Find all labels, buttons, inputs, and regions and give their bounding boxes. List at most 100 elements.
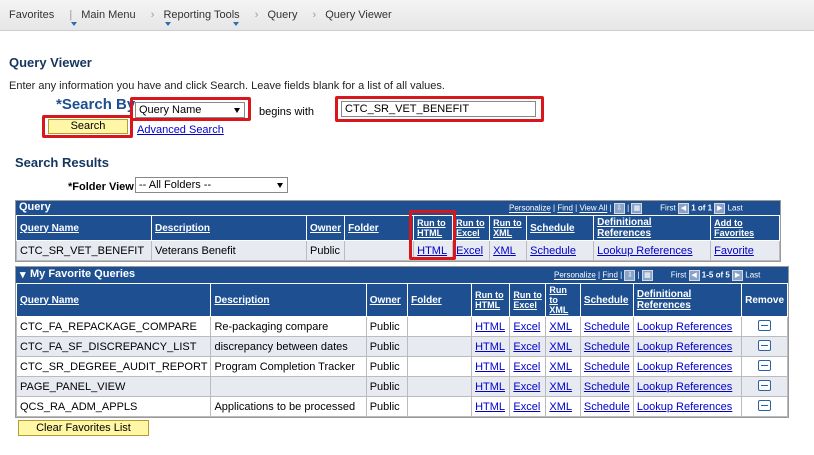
favorites-title: My Favorite Queries [30,268,136,280]
top-nav-bar: Favorites | Main Menu › Reporting Tools … [0,0,814,31]
run-excel-link[interactable]: Excel [513,341,540,353]
last-label[interactable]: Last [745,271,760,280]
first-label[interactable]: First [660,204,676,213]
schedule-link[interactable]: Schedule [584,361,630,373]
lookup-references-link[interactable]: Lookup References [637,401,732,413]
col-folder[interactable]: Folder [411,295,442,306]
run-html-link[interactable]: HTML [475,381,505,393]
folder-cell [344,240,415,261]
prev-page-icon[interactable]: ◀ [677,203,689,214]
run-xml-link[interactable]: XML [493,245,516,257]
main-menu-dropdown-icon[interactable] [71,22,77,26]
next-page-icon[interactable]: ▶ [714,203,726,214]
dropdown-arrow-icon [277,183,283,188]
schedule-link[interactable]: Schedule [584,341,630,353]
advanced-search-link[interactable]: Advanced Search [137,124,224,136]
description-cell: discrepancy between dates [210,336,367,357]
schedule-link[interactable]: Schedule [584,401,630,413]
table-row: CTC_SR_VET_BENEFIT Veterans Benefit Publ… [16,240,780,261]
grid-view-icon[interactable]: ▦ [641,270,653,281]
run-xml-link[interactable]: XML [549,381,572,393]
add-favorite-link[interactable]: Favorite [714,245,754,257]
clear-favorites-button[interactable]: Clear Favorites List [18,420,149,436]
folder-cell [407,316,473,337]
run-html-link[interactable]: HTML [475,361,505,373]
col-folder[interactable]: Folder [348,223,379,234]
grid-header-bar: Query Personalize | Find | View All | ⇩ … [16,201,780,215]
folder-view-label: *Folder View [68,181,134,193]
lookup-references-link[interactable]: Lookup References [637,341,732,353]
query-dropdown-icon[interactable] [233,22,239,26]
run-html-link[interactable]: HTML [475,401,505,413]
personalize-link[interactable]: Personalize [554,271,596,280]
favorite-queries-grid: ▾ My Favorite Queries Personalize | Find… [15,266,789,418]
search-by-label: *Search By [56,96,136,113]
run-xml-link[interactable]: XML [549,341,572,353]
folder-cell [407,376,473,397]
schedule-link[interactable]: Schedule [530,245,576,257]
lookup-references-link[interactable]: Lookup References [637,381,732,393]
breadcrumb-query[interactable]: Query [267,9,303,21]
col-owner[interactable]: Owner [310,223,341,234]
breadcrumb-favorites[interactable]: Favorites [9,9,60,21]
remove-icon[interactable] [758,319,772,331]
schedule-link[interactable]: Schedule [584,321,630,333]
chevron-right-icon: › [150,9,155,21]
table-row: QCS_RA_ADM_APPLS Applications to be proc… [15,396,788,417]
col-schedule: Schedule [583,294,629,306]
view-all-link[interactable]: View All [579,204,607,213]
col-description[interactable]: Description [155,223,210,234]
reporting-tools-dropdown-icon[interactable] [165,22,171,26]
run-excel-link[interactable]: Excel [513,401,540,413]
remove-icon[interactable] [758,359,772,371]
col-description[interactable]: Description [214,295,269,306]
last-label[interactable]: Last [728,204,743,213]
table-row: CTC_FA_SF_DISCREPANCY_LIST discrepancy b… [15,336,788,357]
find-link[interactable]: Find [557,204,573,213]
lookup-references-link[interactable]: Lookup References [597,245,692,257]
folder-view-select[interactable]: -- All Folders -- [135,177,288,193]
breadcrumb-reporting-tools[interactable]: Reporting Tools [163,9,245,21]
grid-view-icon[interactable]: ▦ [631,203,643,214]
col-owner[interactable]: Owner [370,295,401,306]
run-html-link[interactable]: HTML [475,341,505,353]
run-excel-link[interactable]: Excel [513,381,540,393]
download-icon[interactable]: ⇩ [613,203,625,214]
col-run-excel: Run to Excel [513,290,542,310]
folder-cell [407,396,473,417]
run-xml-link[interactable]: XML [549,361,572,373]
first-label[interactable]: First [671,271,687,280]
lookup-references-link[interactable]: Lookup References [637,361,732,373]
run-excel-link[interactable]: Excel [513,321,540,333]
separator: | [69,9,73,21]
table-row: CTC_FA_REPACKAGE_COMPARE Re-packaging co… [15,316,788,337]
remove-icon[interactable] [758,399,772,411]
owner-cell: Public [305,240,346,261]
run-html-link[interactable]: HTML [475,321,505,333]
breadcrumb-main-menu[interactable]: Main Menu [81,9,141,21]
col-remove: Remove [745,294,784,306]
prev-page-icon[interactable]: ◀ [688,270,700,281]
run-xml-link[interactable]: XML [549,401,572,413]
next-page-icon[interactable]: ▶ [732,270,744,281]
operator-label: begins with [259,106,315,118]
remove-icon[interactable] [758,379,772,391]
col-query-name[interactable]: Query Name [20,223,79,234]
schedule-link[interactable]: Schedule [584,381,630,393]
description-cell: Program Completion Tracker [210,356,367,377]
table-row: PAGE_PANEL_VIEW Public HTML Excel XML Sc… [15,376,788,397]
breadcrumb-query-viewer[interactable]: Query Viewer [325,9,397,21]
highlight-box [130,97,251,121]
find-link[interactable]: Find [602,271,618,280]
personalize-link[interactable]: Personalize [509,204,551,213]
col-query-name[interactable]: Query Name [20,295,79,306]
collapse-icon[interactable]: ▾ [20,268,26,281]
run-excel-link[interactable]: Excel [456,245,483,257]
remove-icon[interactable] [758,339,772,351]
owner-cell: Public [365,316,409,337]
favorite-queries-table: Query Name Description Owner Folder Run … [15,283,788,417]
download-icon[interactable]: ⇩ [624,270,636,281]
lookup-references-link[interactable]: Lookup References [637,321,732,333]
run-xml-link[interactable]: XML [549,321,572,333]
run-excel-link[interactable]: Excel [513,361,540,373]
